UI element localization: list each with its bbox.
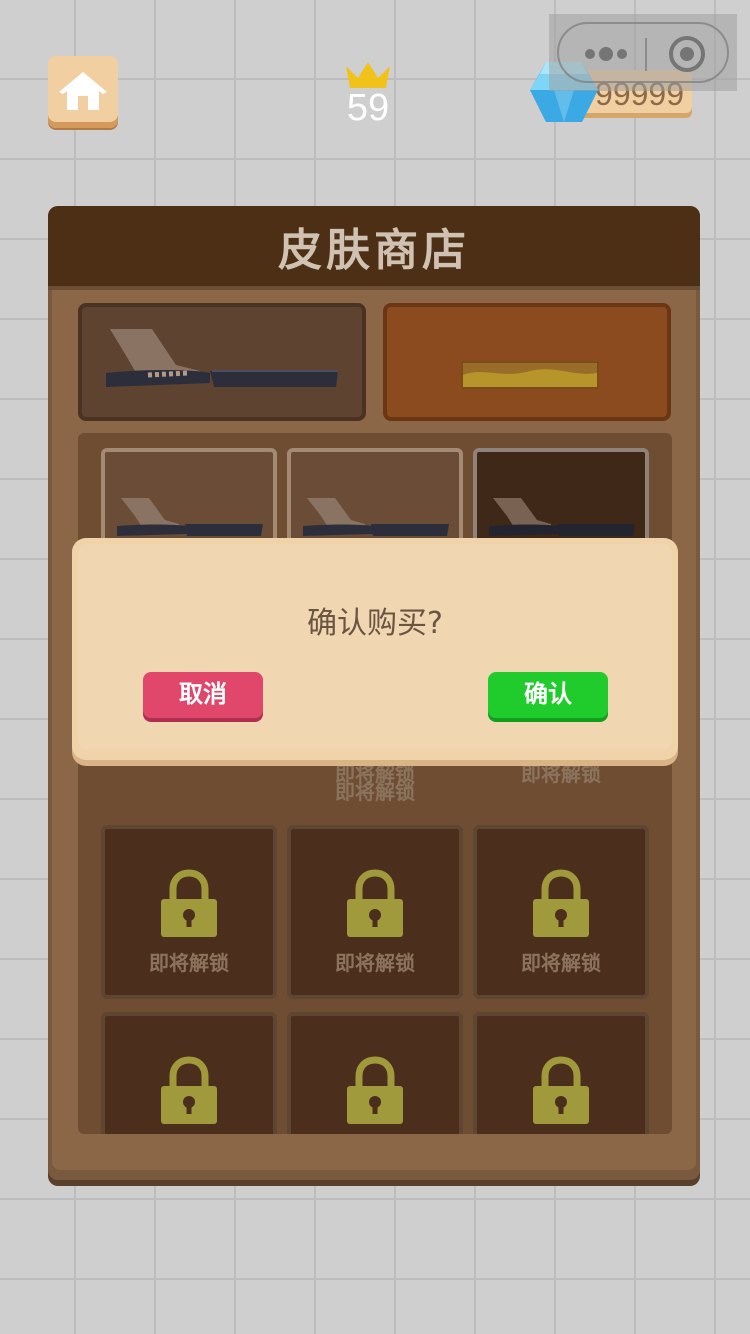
cancel-button[interactable]: 取消: [143, 672, 263, 718]
pan-preview: [78, 303, 366, 421]
home-icon: [59, 72, 107, 110]
frying-pan-icon: [106, 329, 338, 387]
home-button[interactable]: [48, 56, 118, 128]
shop-header: 皮肤商店: [48, 206, 700, 286]
floor-icon: [461, 361, 599, 389]
shop-title: 皮肤商店: [278, 225, 470, 276]
skin-item-locked: 即将解锁: [101, 825, 277, 999]
background-preview: [383, 303, 671, 421]
mini-program-capsule: [549, 14, 737, 91]
locked-label: 即将解锁: [335, 951, 415, 975]
confirm-purchase-dialog: 确认购买? 取消 确认: [72, 538, 678, 760]
locked-label: 即将解锁: [335, 762, 415, 786]
skin-item-locked: 即将解锁: [473, 825, 649, 999]
close-icon[interactable]: [669, 36, 705, 72]
locked-label: 即将解锁: [521, 762, 601, 786]
level-number: 59: [346, 87, 390, 129]
lock-icon: [533, 869, 589, 937]
confirm-button[interactable]: 确认: [488, 672, 608, 718]
more-icon[interactable]: [581, 46, 631, 62]
skin-item-locked: [287, 1012, 463, 1134]
skin-item-locked: [101, 1012, 277, 1134]
level-indicator: 59: [318, 60, 418, 128]
lock-icon: [161, 1056, 217, 1124]
lock-icon: [161, 869, 217, 937]
lock-icon: [347, 1056, 403, 1124]
locked-label: 即将解锁: [521, 951, 601, 975]
dialog-title: 确认购买?: [307, 606, 443, 641]
locked-label: 即将解锁: [149, 951, 229, 975]
skin-item-locked: [473, 1012, 649, 1134]
lock-icon: [533, 1056, 589, 1124]
lock-icon: [347, 869, 403, 937]
skin-item-locked: 即将解锁: [287, 825, 463, 999]
